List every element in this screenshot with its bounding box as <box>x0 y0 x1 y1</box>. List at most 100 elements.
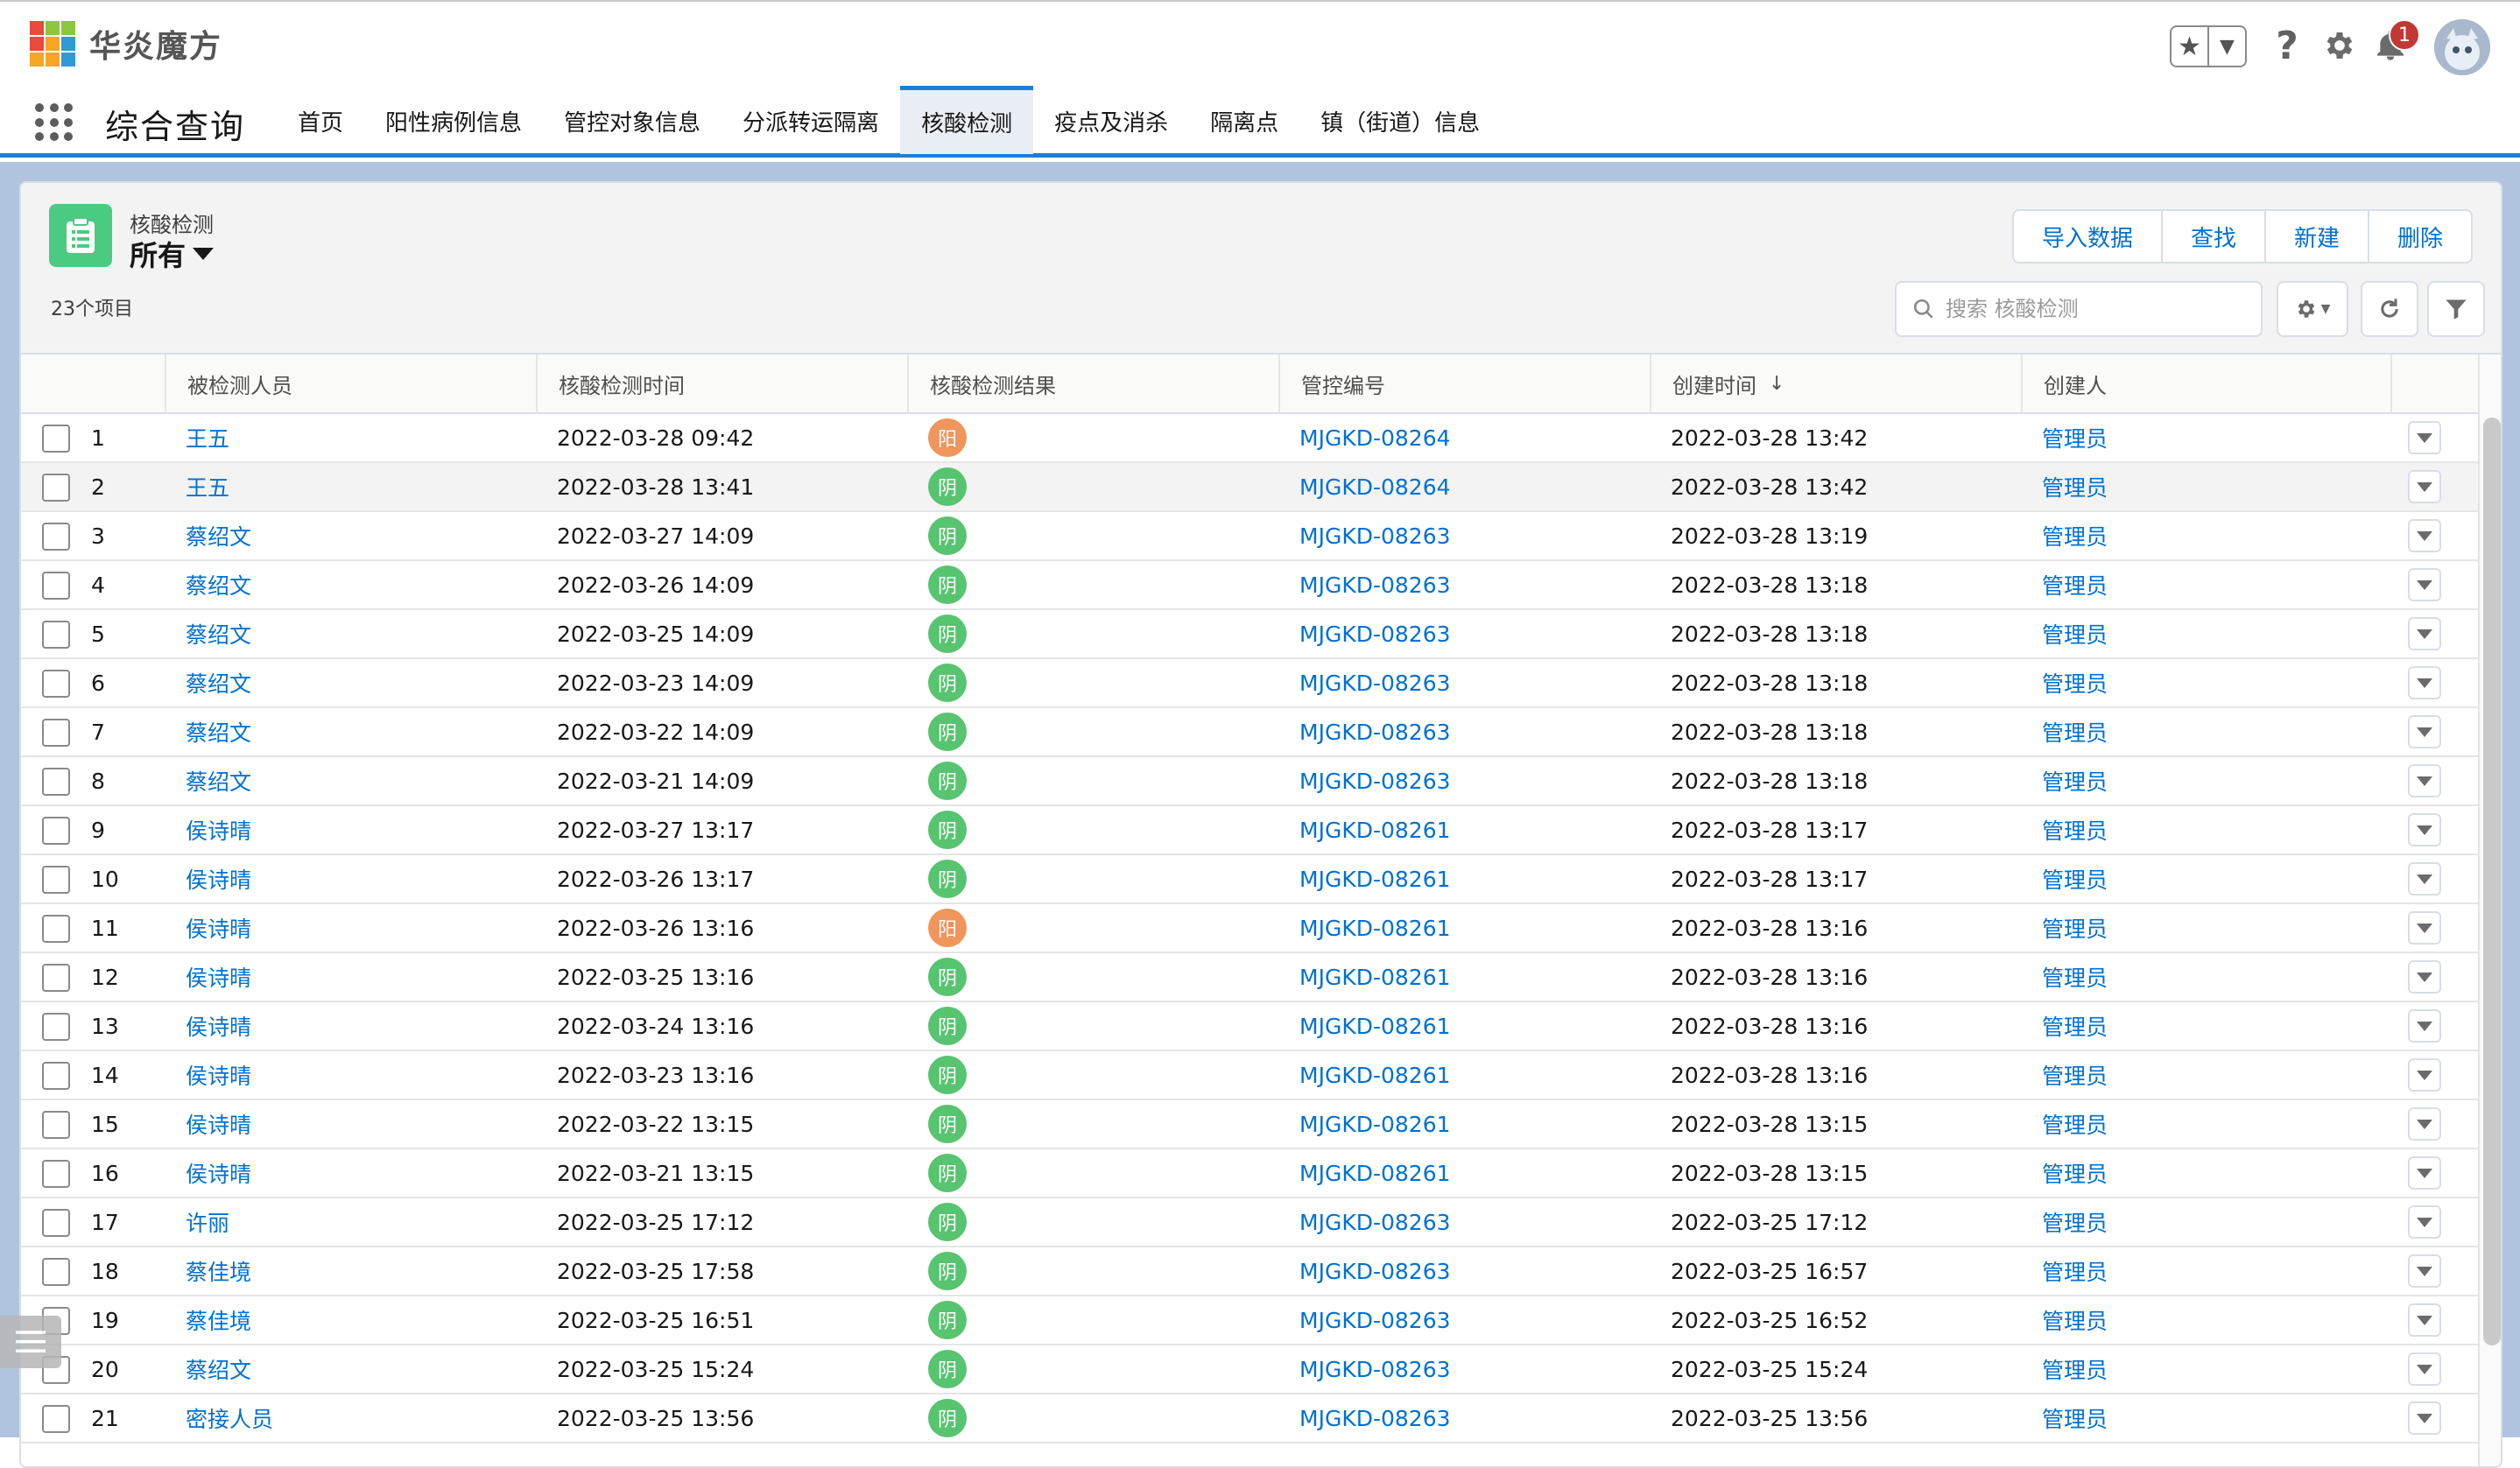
row-checkbox[interactable] <box>42 1111 70 1139</box>
cell-control-code[interactable]: MJGKD-08261 <box>1299 855 1451 903</box>
cell-creator[interactable]: 管理员 <box>2042 806 2108 853</box>
row-actions-menu[interactable] <box>2408 1303 2441 1337</box>
row-checkbox[interactable] <box>42 621 70 649</box>
tab-controlled-persons[interactable]: 管控对象信息 <box>543 88 722 154</box>
favorites-button-group[interactable]: ★ ▼ <box>2170 25 2247 67</box>
table-row[interactable]: 18 蔡佳境 2022-03-25 17:58 MJGKD-08263 2022-03-… <box>21 1247 2501 1296</box>
tab-home[interactable]: 首页 <box>277 88 364 154</box>
row-actions-menu[interactable] <box>2408 568 2441 601</box>
cell-control-code[interactable]: MJGKD-08263 <box>1299 1345 1451 1393</box>
cell-creator[interactable]: 管理员 <box>2042 855 2108 903</box>
cell-control-code[interactable]: MJGKD-08261 <box>1299 1100 1451 1148</box>
table-row[interactable]: 11 侯诗晴 2022-03-26 13:16 MJGKD-08261 2022-03-… <box>21 904 2501 953</box>
cell-person[interactable]: 蔡绍文 <box>186 610 251 657</box>
new-button[interactable]: 新建 <box>2264 211 2369 262</box>
cell-person[interactable]: 蔡绍文 <box>186 659 251 706</box>
cell-control-code[interactable]: MJGKD-08261 <box>1299 806 1451 853</box>
cell-person[interactable]: 侯诗晴 <box>186 953 251 1001</box>
cell-person[interactable]: 侯诗晴 <box>186 904 251 952</box>
cell-person[interactable]: 蔡绍文 <box>186 708 251 755</box>
table-row[interactable]: 17 许丽 2022-03-25 17:12 MJGKD-08263 2022-03-2… <box>21 1198 2501 1247</box>
row-actions-menu[interactable] <box>2408 666 2441 699</box>
table-row[interactable]: 13 侯诗晴 2022-03-24 13:16 MJGKD-08261 2022-03-… <box>21 1002 2501 1051</box>
column-header-creator[interactable]: 创建人 <box>2021 355 2410 412</box>
cell-control-code[interactable]: MJGKD-08263 <box>1299 561 1451 608</box>
favorite-star-icon[interactable]: ★ <box>2172 27 2207 66</box>
cell-control-code[interactable]: MJGKD-08261 <box>1299 1002 1451 1050</box>
cell-creator[interactable]: 管理员 <box>2042 708 2108 755</box>
row-actions-menu[interactable] <box>2408 862 2441 896</box>
row-actions-menu[interactable] <box>2408 1352 2441 1386</box>
cell-person[interactable]: 侯诗晴 <box>186 855 251 903</box>
cell-control-code[interactable]: MJGKD-08263 <box>1299 1247 1451 1295</box>
column-header-created-time[interactable]: 创建时间 <box>1650 355 2021 412</box>
cell-person[interactable]: 侯诗晴 <box>186 1051 251 1099</box>
table-row[interactable]: 21 密接人员 2022-03-25 13:56 MJGKD-08263 2022-03… <box>21 1394 2501 1443</box>
cell-control-code[interactable]: MJGKD-08263 <box>1299 659 1451 706</box>
cell-person[interactable]: 蔡绍文 <box>186 512 251 559</box>
cell-person[interactable]: 许丽 <box>186 1198 229 1246</box>
cell-creator[interactable]: 管理员 <box>2042 1296 2108 1344</box>
filter-button[interactable] <box>2427 281 2485 337</box>
tab-nucleic-acid-test[interactable]: 核酸检测 <box>900 86 1034 154</box>
row-checkbox[interactable] <box>42 768 70 796</box>
brand[interactable]: 华炎魔方 <box>30 21 222 67</box>
table-row[interactable]: 12 侯诗晴 2022-03-25 13:16 MJGKD-08261 2022-03-… <box>21 953 2501 1002</box>
cell-creator[interactable]: 管理员 <box>2042 1394 2108 1442</box>
row-checkbox[interactable] <box>42 670 70 698</box>
cell-person[interactable]: 侯诗晴 <box>186 1149 251 1197</box>
row-checkbox[interactable] <box>42 523 70 551</box>
row-checkbox[interactable] <box>42 1013 70 1041</box>
cell-creator[interactable]: 管理员 <box>2042 1100 2108 1148</box>
cell-person[interactable]: 密接人员 <box>186 1394 273 1442</box>
app-launcher-icon[interactable] <box>35 103 74 142</box>
column-header-test-time[interactable]: 核酸检测时间 <box>536 355 907 412</box>
cell-creator[interactable]: 管理员 <box>2042 561 2108 608</box>
cell-person[interactable]: 侯诗晴 <box>186 806 251 853</box>
row-actions-menu[interactable] <box>2408 1156 2441 1190</box>
bell-icon[interactable]: 1 <box>2369 19 2420 67</box>
row-actions-menu[interactable] <box>2408 1205 2441 1239</box>
row-checkbox[interactable] <box>42 719 70 747</box>
row-actions-menu[interactable] <box>2408 764 2441 797</box>
table-row[interactable]: 8 蔡绍文 2022-03-21 14:09 MJGKD-08263 2022-03-2… <box>21 757 2501 806</box>
cell-creator[interactable]: 管理员 <box>2042 1149 2108 1197</box>
row-actions-menu[interactable] <box>2408 470 2441 503</box>
search-input[interactable] <box>1946 297 2243 321</box>
row-checkbox[interactable] <box>42 425 70 453</box>
row-actions-menu[interactable] <box>2408 1401 2441 1435</box>
row-checkbox[interactable] <box>42 1405 70 1433</box>
cell-control-code[interactable]: MJGKD-08263 <box>1299 1296 1451 1344</box>
table-row[interactable]: 20 蔡绍文 2022-03-25 15:24 MJGKD-08263 2022-03-… <box>21 1345 2501 1394</box>
cell-control-code[interactable]: MJGKD-08261 <box>1299 953 1451 1001</box>
row-checkbox[interactable] <box>42 817 70 845</box>
column-header-person[interactable]: 被检测人员 <box>165 355 536 412</box>
cell-person[interactable]: 蔡佳境 <box>186 1296 251 1344</box>
cell-creator[interactable]: 管理员 <box>2042 1051 2108 1099</box>
row-checkbox[interactable] <box>42 1160 70 1188</box>
table-row[interactable]: 9 侯诗晴 2022-03-27 13:17 MJGKD-08261 2022-03-2… <box>21 806 2501 855</box>
cell-creator[interactable]: 管理员 <box>2042 757 2108 804</box>
cell-creator[interactable]: 管理员 <box>2042 1345 2108 1393</box>
table-row[interactable]: 7 蔡绍文 2022-03-22 14:09 MJGKD-08263 2022-03-2… <box>21 708 2501 757</box>
column-header-test-result[interactable]: 核酸检测结果 <box>907 355 1278 412</box>
row-checkbox[interactable] <box>42 1062 70 1090</box>
question-icon[interactable]: ? <box>2266 24 2308 68</box>
table-row[interactable]: 15 侯诗晴 2022-03-22 13:15 MJGKD-08261 2022-03-… <box>21 1100 2501 1149</box>
row-checkbox[interactable] <box>42 1209 70 1237</box>
row-actions-menu[interactable] <box>2408 617 2441 650</box>
cell-person[interactable]: 王五 <box>186 463 229 510</box>
cell-control-code[interactable]: MJGKD-08263 <box>1299 610 1451 657</box>
cell-control-code[interactable]: MJGKD-08261 <box>1299 904 1451 952</box>
row-actions-menu[interactable] <box>2408 519 2441 552</box>
cell-creator[interactable]: 管理员 <box>2042 1198 2108 1246</box>
cell-control-code[interactable]: MJGKD-08263 <box>1299 708 1451 755</box>
list-view-selector[interactable]: 所有 <box>130 234 215 274</box>
import-data-button[interactable]: 导入数据 <box>2014 211 2162 262</box>
row-actions-menu[interactable] <box>2408 1107 2441 1141</box>
cell-person[interactable]: 蔡绍文 <box>186 561 251 608</box>
table-row[interactable]: 16 侯诗晴 2022-03-21 13:15 MJGKD-08261 2022-03-… <box>21 1149 2501 1198</box>
cell-person[interactable]: 侯诗晴 <box>186 1002 251 1050</box>
cell-control-code[interactable]: MJGKD-08264 <box>1299 463 1451 510</box>
cell-control-code[interactable]: MJGKD-08263 <box>1299 1198 1451 1246</box>
